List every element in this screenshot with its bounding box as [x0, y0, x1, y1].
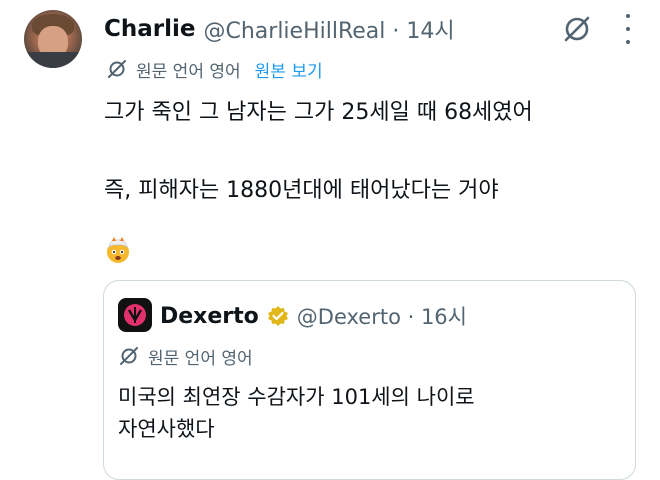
- quoted-display-name[interactable]: Dexerto: [160, 304, 259, 329]
- translate-icon: [108, 60, 126, 78]
- quoted-translate-label: 원문 언어 영어: [148, 348, 253, 369]
- tweet-text-line-1: 그가 죽인 그 남자는 그가 25세일 때 68세였어: [104, 100, 533, 125]
- translate-label: 원문 언어 영어: [136, 61, 241, 82]
- verified-badge-icon: [267, 306, 288, 326]
- quoted-tweet[interactable]: Dexerto @Dexerto · 16시 원문 언어 영어 미국의 최연장 …: [103, 280, 636, 480]
- dexerto-logo-icon: [118, 298, 152, 332]
- quoted-text-line-2: 자연사했다: [118, 417, 215, 441]
- translate-icon: [120, 347, 138, 365]
- exploding-head-emoji: [107, 237, 129, 263]
- avatar[interactable]: [24, 10, 82, 68]
- display-name[interactable]: Charlie: [104, 16, 195, 42]
- handle-time[interactable]: @CharlieHillReal · 14시: [203, 13, 454, 45]
- grok-icon[interactable]: [560, 12, 594, 46]
- translate-row: 원문 언어 영어 원본 보기: [106, 56, 323, 82]
- avatar-shirt: [24, 52, 82, 68]
- tweet-header: Charlie @CharlieHillReal · 14시: [104, 14, 455, 44]
- quoted-handle-time[interactable]: @Dexerto · 16시: [297, 301, 467, 331]
- tweet-text-line-2: 즉, 피해자는 1880년대에 태어났다는 거야: [104, 178, 499, 203]
- quoted-text-line-1: 미국의 최연장 수감자가 101세의 나이로: [118, 385, 475, 409]
- quoted-translate-row: 원문 언어 영어: [118, 343, 253, 369]
- more-dot: [626, 14, 630, 18]
- more-dot: [626, 27, 630, 31]
- quoted-header: Dexerto @Dexerto · 16시: [160, 301, 467, 331]
- more-icon[interactable]: [616, 14, 640, 44]
- show-original-link[interactable]: 원본 보기: [255, 57, 323, 82]
- more-dot: [626, 40, 630, 44]
